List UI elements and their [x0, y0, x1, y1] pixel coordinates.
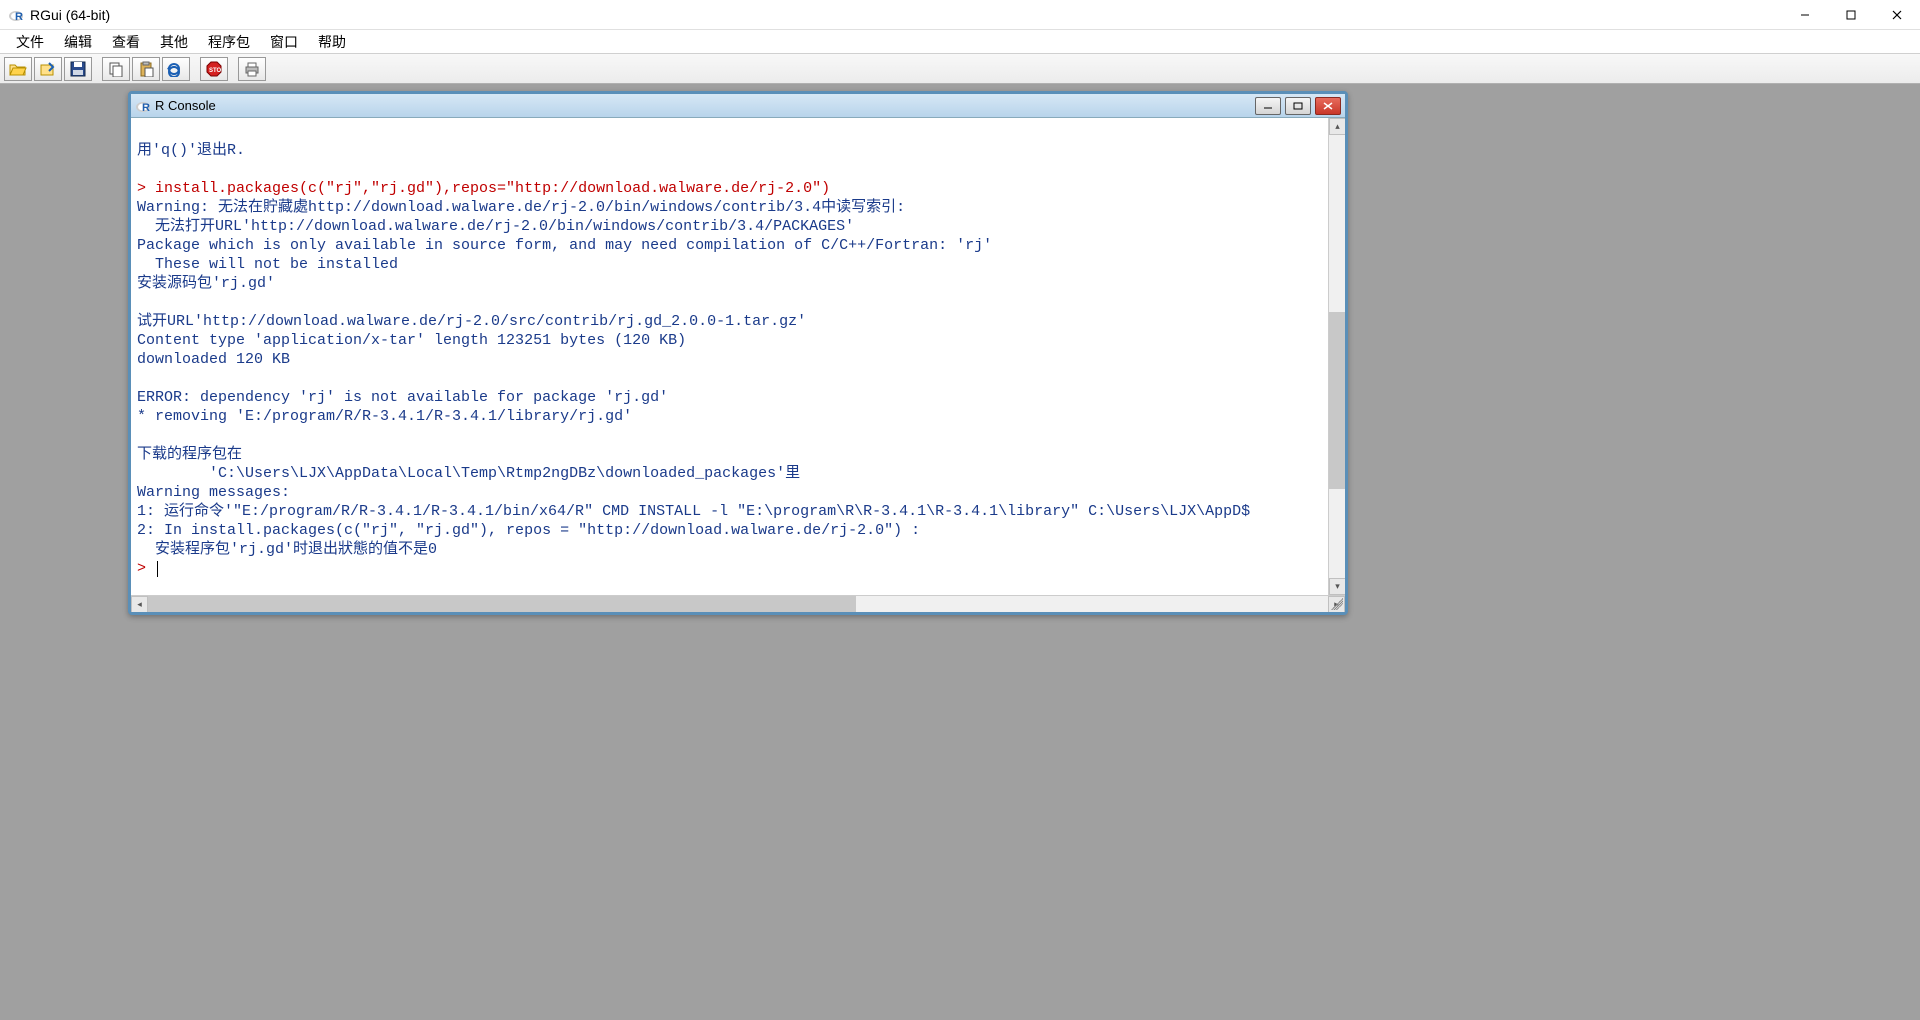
console-line: downloaded 120 KB [137, 350, 1339, 369]
menu-misc[interactable]: 其他 [150, 30, 198, 54]
maximize-button[interactable] [1828, 0, 1874, 30]
menu-edit[interactable]: 编辑 [54, 30, 102, 54]
console-line: 'C:\Users\LJX\AppData\Local\Temp\Rtmp2ng… [137, 464, 1339, 483]
scroll-track[interactable] [148, 596, 1328, 613]
console-horizontal-scrollbar[interactable]: ◂ ▸ [131, 595, 1345, 612]
close-button[interactable] [1874, 0, 1920, 30]
copy-paste-button[interactable] [162, 57, 190, 81]
console-maximize-button[interactable] [1285, 97, 1311, 115]
console-line: 1: 运行命令'"E:/program/R/R-3.4.1/R-3.4.1/bi… [137, 502, 1339, 521]
scroll-left-icon[interactable]: ◂ [131, 596, 148, 613]
menu-help[interactable]: 帮助 [308, 30, 356, 54]
console-line: 2: In install.packages(c("rj", "rj.gd"),… [137, 521, 1339, 540]
open-script-button[interactable] [4, 57, 32, 81]
console-line: Content type 'application/x-tar' length … [137, 331, 1339, 350]
scroll-thumb[interactable] [1329, 312, 1345, 489]
menu-packages[interactable]: 程序包 [198, 30, 260, 54]
console-line [137, 122, 1339, 141]
load-workspace-button[interactable] [34, 57, 62, 81]
scroll-down-icon[interactable]: ▾ [1329, 578, 1345, 595]
svg-text:R: R [15, 11, 23, 23]
console-minimize-button[interactable] [1255, 97, 1281, 115]
console-line: 试开URL'http://download.walware.de/rj-2.0/… [137, 312, 1339, 331]
console-title: R Console [155, 98, 1251, 113]
svg-text:R: R [142, 102, 150, 114]
menu-file[interactable]: 文件 [6, 30, 54, 54]
console-line [137, 369, 1339, 388]
toolbar: STOP [0, 54, 1920, 84]
stop-button[interactable]: STOP [200, 57, 228, 81]
console-line: 安装程序包'rj.gd'时退出狀態的值不是0 [137, 540, 1339, 559]
app-title: RGui (64-bit) [30, 7, 1912, 23]
console-line: 无法打开URL'http://download.walware.de/rj-2.… [137, 217, 1339, 236]
console-line: Warning messages: [137, 483, 1339, 502]
print-button[interactable] [238, 57, 266, 81]
console-line: Warning: 无法在貯藏處http://download.walware.d… [137, 198, 1339, 217]
console-line: ERROR: dependency 'rj' is not available … [137, 388, 1339, 407]
console-line: 下载的程序包在 [137, 445, 1339, 464]
console-line [137, 293, 1339, 312]
r-logo-icon: R [8, 7, 24, 23]
console-titlebar[interactable]: R R Console [131, 94, 1345, 118]
scroll-up-icon[interactable]: ▴ [1329, 118, 1345, 135]
minimize-button[interactable] [1782, 0, 1828, 30]
console-line: > install.packages(c("rj","rj.gd"),repos… [137, 179, 1339, 198]
svg-text:STOP: STOP [209, 68, 222, 74]
console-prompt-line[interactable]: > [137, 559, 1339, 578]
resize-grip-icon[interactable] [1331, 598, 1343, 610]
console-vertical-scrollbar[interactable]: ▴ ▾ [1328, 118, 1345, 595]
scroll-track[interactable] [1329, 135, 1345, 578]
console-line: Package which is only available in sourc… [137, 236, 1339, 255]
console-line: 安装源码包'rj.gd' [137, 274, 1339, 293]
paste-button[interactable] [132, 57, 160, 81]
console-body: 用'q()'退出R. > install.packages(c("rj","rj… [131, 118, 1345, 612]
app-titlebar: R RGui (64-bit) [0, 0, 1920, 30]
console-line: * removing 'E:/program/R/R-3.4.1/R-3.4.1… [137, 407, 1339, 426]
console-output[interactable]: 用'q()'退出R. > install.packages(c("rj","rj… [131, 118, 1345, 595]
scroll-thumb[interactable] [148, 596, 856, 613]
text-cursor [157, 561, 158, 577]
r-console-window: R R Console 用'q()'退出R. > install.package… [128, 91, 1348, 615]
menubar: 文件 编辑 查看 其他 程序包 窗口 帮助 [0, 30, 1920, 54]
console-line: 用'q()'退出R. [137, 141, 1339, 160]
menu-windows[interactable]: 窗口 [260, 30, 308, 54]
copy-button[interactable] [102, 57, 130, 81]
window-controls [1782, 0, 1920, 30]
console-line [137, 426, 1339, 445]
mdi-workspace: R R Console 用'q()'退出R. > install.package… [0, 84, 1920, 1020]
r-logo-icon: R [135, 98, 151, 114]
save-workspace-button[interactable] [64, 57, 92, 81]
menu-view[interactable]: 查看 [102, 30, 150, 54]
console-close-button[interactable] [1315, 97, 1341, 115]
console-line: These will not be installed [137, 255, 1339, 274]
console-line [137, 160, 1339, 179]
